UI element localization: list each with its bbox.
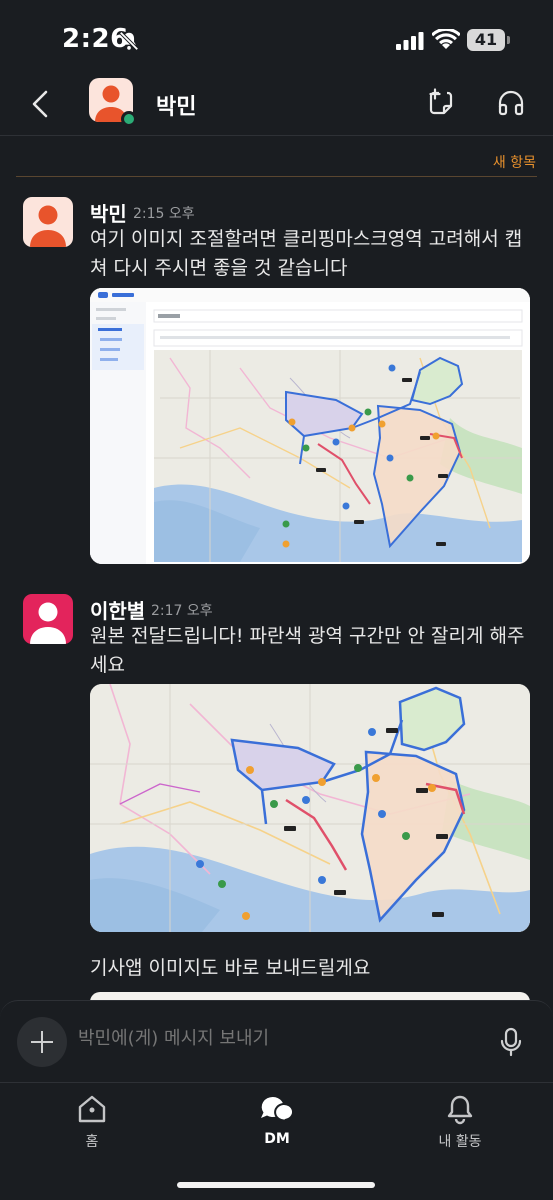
message-input[interactable] xyxy=(78,1028,458,1049)
wifi-icon xyxy=(432,29,460,49)
microphone-icon[interactable] xyxy=(498,1027,524,1057)
tab-home[interactable]: 홈 xyxy=(32,1093,152,1153)
back-icon[interactable] xyxy=(28,88,54,120)
add-attachment-button[interactable] xyxy=(17,1017,67,1067)
battery-indicator: 41 xyxy=(467,29,511,51)
avatar[interactable] xyxy=(23,197,73,247)
message-text: 원본 전달드립니다! 파란색 광역 구간만 안 잘리게 해주세요 xyxy=(90,625,525,676)
new-messages-line xyxy=(16,176,537,177)
message-sender[interactable]: 박민 xyxy=(90,198,127,227)
message-timestamp: 2:15 오후 xyxy=(133,206,195,222)
status-bar: 2:26 41 xyxy=(0,0,553,80)
message-sender[interactable]: 이한별 xyxy=(90,595,145,624)
presence-indicator xyxy=(121,111,137,127)
home-indicator xyxy=(177,1182,375,1188)
message-timestamp: 2:17 오후 xyxy=(151,603,213,619)
user-silhouette-icon xyxy=(30,205,66,247)
headphones-icon[interactable] xyxy=(497,89,525,117)
admin-map-screenshot xyxy=(90,288,530,564)
new-messages-label: 새 항목 xyxy=(492,155,536,171)
message-image-attachment[interactable] xyxy=(90,288,530,564)
battery-level: 41 xyxy=(474,30,498,49)
tab-home-label: 홈 xyxy=(85,1134,99,1150)
tab-activity[interactable]: 내 활동 xyxy=(400,1093,520,1153)
message-text: 기사앱 이미지도 바로 보내드릴게요 xyxy=(90,957,371,979)
avatar[interactable] xyxy=(23,594,73,644)
message-image-attachment[interactable] xyxy=(90,684,530,932)
map-image xyxy=(90,684,530,932)
message-composer xyxy=(0,1000,553,1082)
dm-icon xyxy=(261,1096,294,1123)
new-messages-divider: 새 항목 xyxy=(0,152,553,178)
tab-dm[interactable]: DM xyxy=(217,1093,337,1153)
user-silhouette-icon xyxy=(30,602,66,644)
bell-off-icon xyxy=(119,31,139,51)
tab-dm-label: DM xyxy=(264,1131,290,1147)
canvas-add-icon[interactable] xyxy=(426,88,456,118)
bell-icon xyxy=(447,1095,473,1125)
cell-signal-icon xyxy=(396,32,424,50)
conversation-title[interactable]: 박민 xyxy=(156,89,196,121)
conversation-header: 박민 xyxy=(0,70,553,136)
message-text: 여기 이미지 조절할려면 클리핑마스크영역 고려해서 캡쳐 다시 주시면 좋을 … xyxy=(90,228,523,279)
home-icon xyxy=(78,1095,106,1123)
tab-activity-label: 내 활동 xyxy=(438,1134,482,1150)
